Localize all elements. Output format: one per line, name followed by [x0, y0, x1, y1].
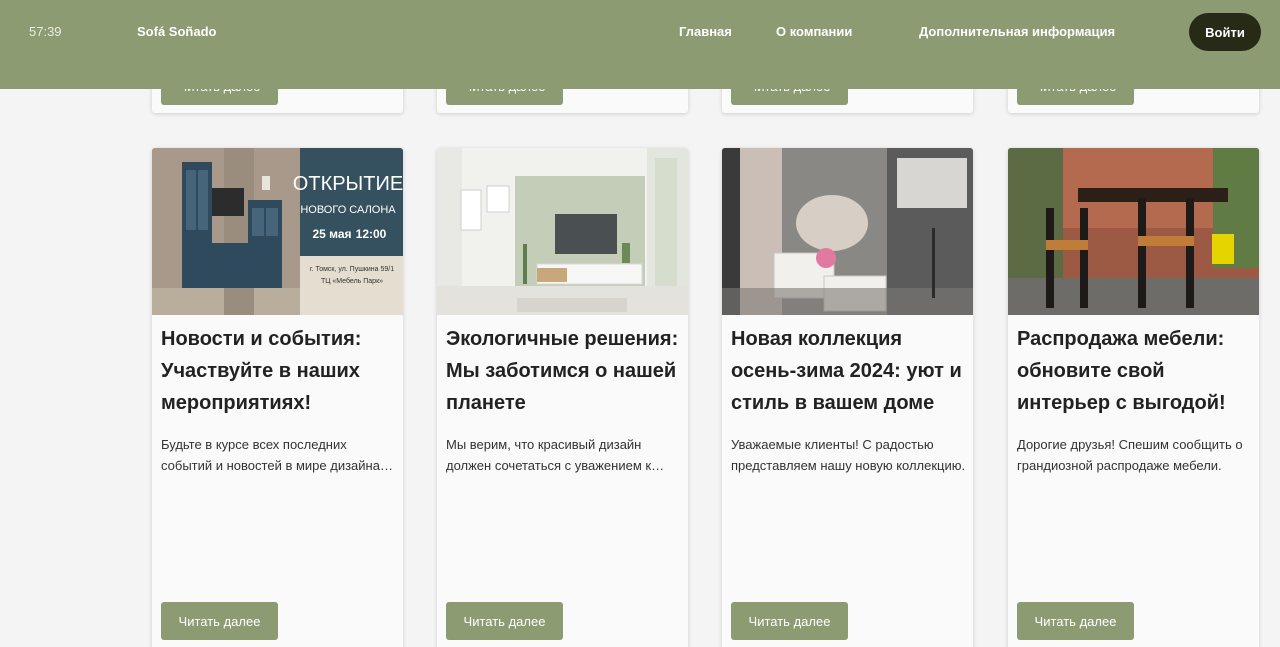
- read-more-button[interactable]: Читать далее: [1017, 602, 1134, 640]
- login-button[interactable]: Войти: [1189, 13, 1261, 51]
- news-card: ОТКРЫТИЕ НОВОГО САЛОНА 25 мая 12:00 г. Т…: [152, 148, 403, 647]
- site-header: 57:39 Sofá Soñado Главная О компании Доп…: [0, 0, 1280, 89]
- nav-link-home[interactable]: Главная: [679, 24, 732, 39]
- card-title[interactable]: Распродажа мебели: обновите свой интерье…: [1017, 323, 1252, 419]
- card-title[interactable]: Новости и события: Участвуйте в наших ме…: [161, 323, 396, 419]
- sale-card: Распродажа мебели: обновите свой интерье…: [1008, 148, 1259, 647]
- salon-opening-place: ТЦ «Мебель Парк»: [321, 277, 383, 285]
- nav-link-more-info[interactable]: Дополнительная информация: [919, 24, 1115, 39]
- salon-opening-address: г. Томск, ул. Пушкина 59/1: [310, 266, 394, 273]
- card-title[interactable]: Новая коллекция осень-зима 2024: уют и с…: [731, 323, 966, 419]
- card-image-dining-set: [1008, 148, 1259, 315]
- salon-opening-time: 12:00: [356, 227, 387, 241]
- salon-opening-subtitle: НОВОГО САЛОНА: [300, 204, 396, 216]
- read-more-button[interactable]: Читать далее: [161, 602, 278, 640]
- card-excerpt: Мы верим, что красивый дизайн должен соч…: [446, 437, 652, 473]
- eco-card: Экологичные решения: Мы заботимся о наше…: [437, 148, 688, 647]
- card-excerpt: Уважаемые клиенты! С радостью представля…: [731, 437, 966, 473]
- card-image-autumn-collection: [722, 148, 973, 315]
- card-excerpt: Будьте в курсе всех последних событий и …: [161, 437, 391, 473]
- card-title[interactable]: Экологичные решения: Мы заботимся о наше…: [446, 323, 681, 419]
- brand-logo-text[interactable]: Sofá Soñado: [137, 24, 216, 39]
- salon-opening-title: ОТКРЫТИЕ: [293, 173, 403, 195]
- card-excerpt: Дорогие друзья! Спешим сообщить о гранди…: [1017, 437, 1243, 473]
- salon-opening-date: 25 мая: [312, 227, 351, 241]
- read-more-button[interactable]: Читать далее: [446, 602, 563, 640]
- session-timer: 57:39: [29, 24, 62, 39]
- card-image-eco-living-room: [437, 148, 688, 315]
- read-more-button[interactable]: Читать далее: [731, 602, 848, 640]
- collection-card: Новая коллекция осень-зима 2024: уют и с…: [722, 148, 973, 647]
- card-image-salon-opening: ОТКРЫТИЕ НОВОГО САЛОНА 25 мая 12:00 г. Т…: [152, 148, 403, 315]
- nav-link-about[interactable]: О компании: [776, 24, 852, 39]
